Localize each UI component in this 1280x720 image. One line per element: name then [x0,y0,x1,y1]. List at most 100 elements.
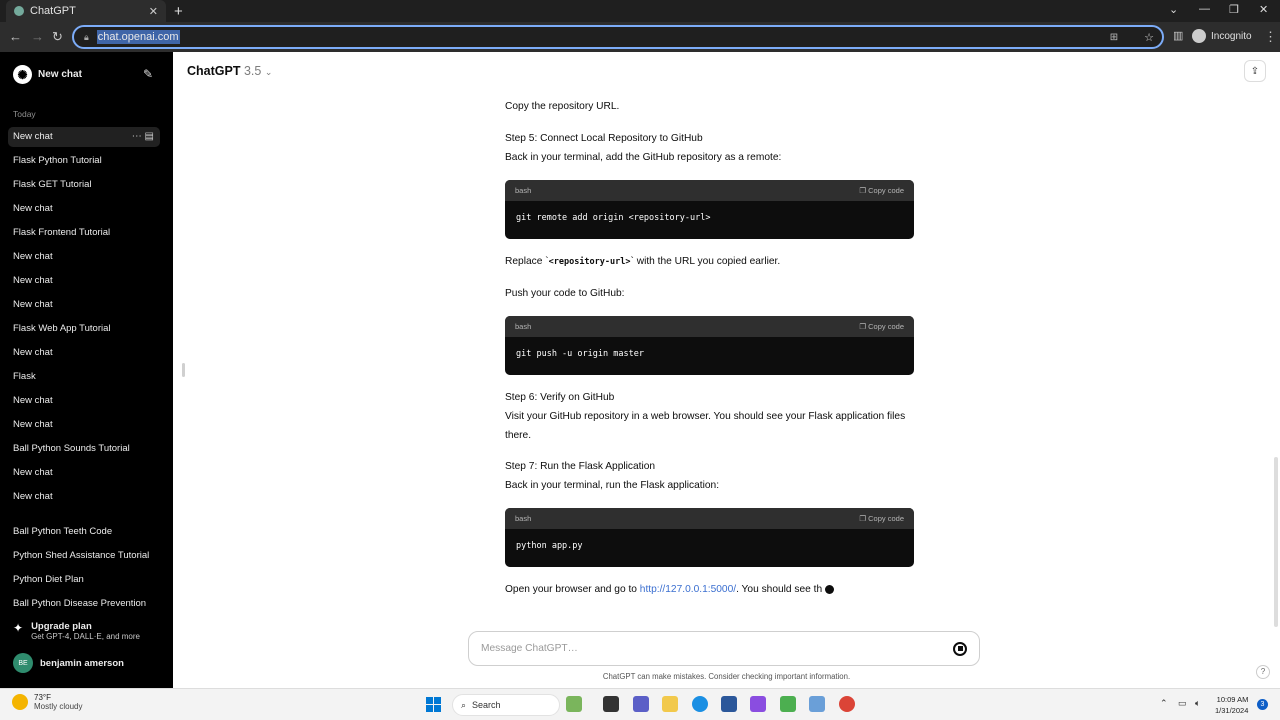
task-view-icon[interactable] [603,696,619,712]
close-tab-icon[interactable]: ✕ [149,5,158,18]
qr-icon[interactable]: ⊞ [1110,32,1118,43]
weather-widget[interactable]: 73°F Mostly cloudy [12,693,82,711]
stop-generating-button[interactable] [953,641,967,656]
close-window-icon[interactable]: ✕ [1259,3,1268,16]
step6-title: Step 6: Verify on GitHub [505,392,615,403]
taskbar-search[interactable]: ⌕ Search [452,694,560,716]
sidebar-chat-item[interactable]: Ball Python Teeth Code [8,522,160,542]
windows-taskbar: 73°F Mostly cloudy ⌕ Search ⌃ ▭ 🔈︎ 10:09… [0,688,1280,720]
sidebar-chat-item[interactable]: Flask GET Tutorial [8,175,160,195]
sidebar-chat-item[interactable]: New chat ⋯ ▤ [8,127,160,147]
network-icon[interactable]: ▭ [1178,698,1187,709]
sidebar-chat-item[interactable]: Python Diet Plan [8,570,160,590]
help-button[interactable]: ? [1256,665,1270,679]
share-button[interactable]: ⇪ [1244,60,1266,82]
notepad-icon[interactable] [780,696,796,712]
clock[interactable]: 10:09 AM 1/31/2024 [1215,694,1248,716]
sidebar-resize-handle[interactable] [182,363,185,377]
sidebar-chat-item[interactable]: New chat [8,415,160,435]
chat-item-label: New chat [13,275,53,286]
restore-icon[interactable]: ❐ [1229,3,1239,16]
browser-tab[interactable]: ChatGPT ✕ [6,0,166,22]
code-text: git push -u origin master [516,349,644,359]
chrome-icon[interactable] [839,696,855,712]
back-icon[interactable]: ← [9,29,22,44]
store-icon[interactable] [721,696,737,712]
chat-item-label: Python Diet Plan [13,574,84,585]
open-browser-paragraph: Open your browser and go to http://127.0… [505,580,915,599]
sidebar-chat-item[interactable]: Flask Web App Tutorial [8,319,160,339]
sidebar-chat-item[interactable]: Flask [8,367,160,387]
search-icon: ⌕ [461,699,467,710]
landscape-widget-icon[interactable] [566,696,582,712]
tab-search-icon[interactable]: ⌄ [1169,3,1178,16]
open-post: . You should see th [736,584,823,595]
chat-item-label: New chat [13,131,53,142]
sidebar-chat-item[interactable]: Flask Frontend Tutorial [8,223,160,243]
new-chat-edit-icon[interactable]: ✎ [143,67,153,81]
more-options-icon[interactable]: ⋯ ▤ [132,127,154,147]
inline-code: <repository-url> [548,257,631,267]
incognito-badge[interactable]: Incognito [1192,29,1252,43]
step5-text: Back in your terminal, add the GitHub re… [505,152,782,163]
forward-icon[interactable]: → [31,29,44,44]
url-text: chat.openai.com [96,30,180,44]
message-input[interactable]: Message ChatGPT… [468,631,980,666]
user-name: benjamin amerson [40,657,124,669]
teams-icon[interactable] [633,696,649,712]
code-lang: bash [515,514,532,523]
model-name: ChatGPT [187,64,241,78]
sidebar-chat-item[interactable]: New chat [8,271,160,291]
sidebar-chat-item[interactable]: Ball Python Sounds Tutorial [8,439,160,459]
sidebar-chat-item[interactable]: Python Shed Assistance Tutorial [8,546,160,566]
app-icon[interactable] [750,696,766,712]
address-bar[interactable]: 🔒︎ chat.openai.com ⊞ ☆ [72,25,1164,49]
windows-start-icon[interactable] [426,697,441,712]
sidebar-chat-item[interactable]: New chat [8,487,160,507]
sidebar-chat-item[interactable]: Flask Python Tutorial [8,151,160,171]
chat-item-label: New chat [13,251,53,262]
sidebar-chat-item[interactable]: New chat [8,295,160,315]
chat-item-label: New chat [13,203,53,214]
weather-icon [12,694,28,710]
share-icon: ⇪ [1250,65,1260,77]
reload-icon[interactable]: ↻ [52,29,63,45]
copy-code-button[interactable]: ❐ Copy code [859,322,904,331]
chat-item-label: Flask Python Tutorial [13,155,102,166]
new-tab-icon[interactable]: + [174,3,183,20]
app-icon[interactable] [809,696,825,712]
sidebar-chat-item[interactable]: New chat [8,391,160,411]
sidebar-chat-item[interactable]: New chat [8,463,160,483]
copy-code-button[interactable]: ❐ Copy code [859,186,904,195]
menu-kebab-icon[interactable]: ⋮ [1264,29,1277,45]
scrollbar[interactable] [1274,457,1278,627]
model-version: 3.5 [243,64,262,78]
notification-badge[interactable]: 3 [1257,699,1268,710]
model-selector[interactable]: ChatGPT 3.5 ⌄ [187,64,272,78]
avatar: BE [13,653,33,673]
bookmark-star-icon[interactable]: ☆ [1144,31,1154,44]
user-menu[interactable]: BE benjamin amerson [13,653,124,673]
incognito-icon [1192,29,1206,43]
copy-code-button[interactable]: ❐ Copy code [859,514,904,523]
sparkle-icon: ✦ [13,621,24,635]
localhost-link[interactable]: http://127.0.0.1:5000/ [640,584,736,595]
sidebar-chat-item[interactable]: New chat [8,343,160,363]
new-chat-header[interactable]: ✺ New chat [13,65,82,84]
sidebar-chat-item[interactable]: Ball Python Disease Prevention [8,594,160,614]
chat-item-label: New chat [13,419,53,430]
upgrade-plan-button[interactable]: ✦ Upgrade plan Get GPT-4, DALL·E, and mo… [13,621,140,641]
chat-item-label: Python Shed Assistance Tutorial [13,550,150,561]
chatgpt-favicon-icon [14,6,24,16]
push-paragraph: Push your code to GitHub: [505,288,625,299]
sidepanel-icon[interactable]: ▥ [1173,29,1183,42]
sidebar-chat-item[interactable]: New chat [8,199,160,219]
minimize-icon[interactable]: — [1199,3,1210,15]
edge-icon[interactable] [692,696,708,712]
chevron-up-icon[interactable]: ⌃ [1160,698,1168,709]
sidebar-chat-item[interactable]: New chat [8,247,160,267]
chat-item-label: New chat [13,491,53,502]
chat-item-label: Flask Frontend Tutorial [13,227,111,238]
file-explorer-icon[interactable] [662,696,678,712]
volume-icon[interactable]: 🔈︎ [1195,698,1200,709]
